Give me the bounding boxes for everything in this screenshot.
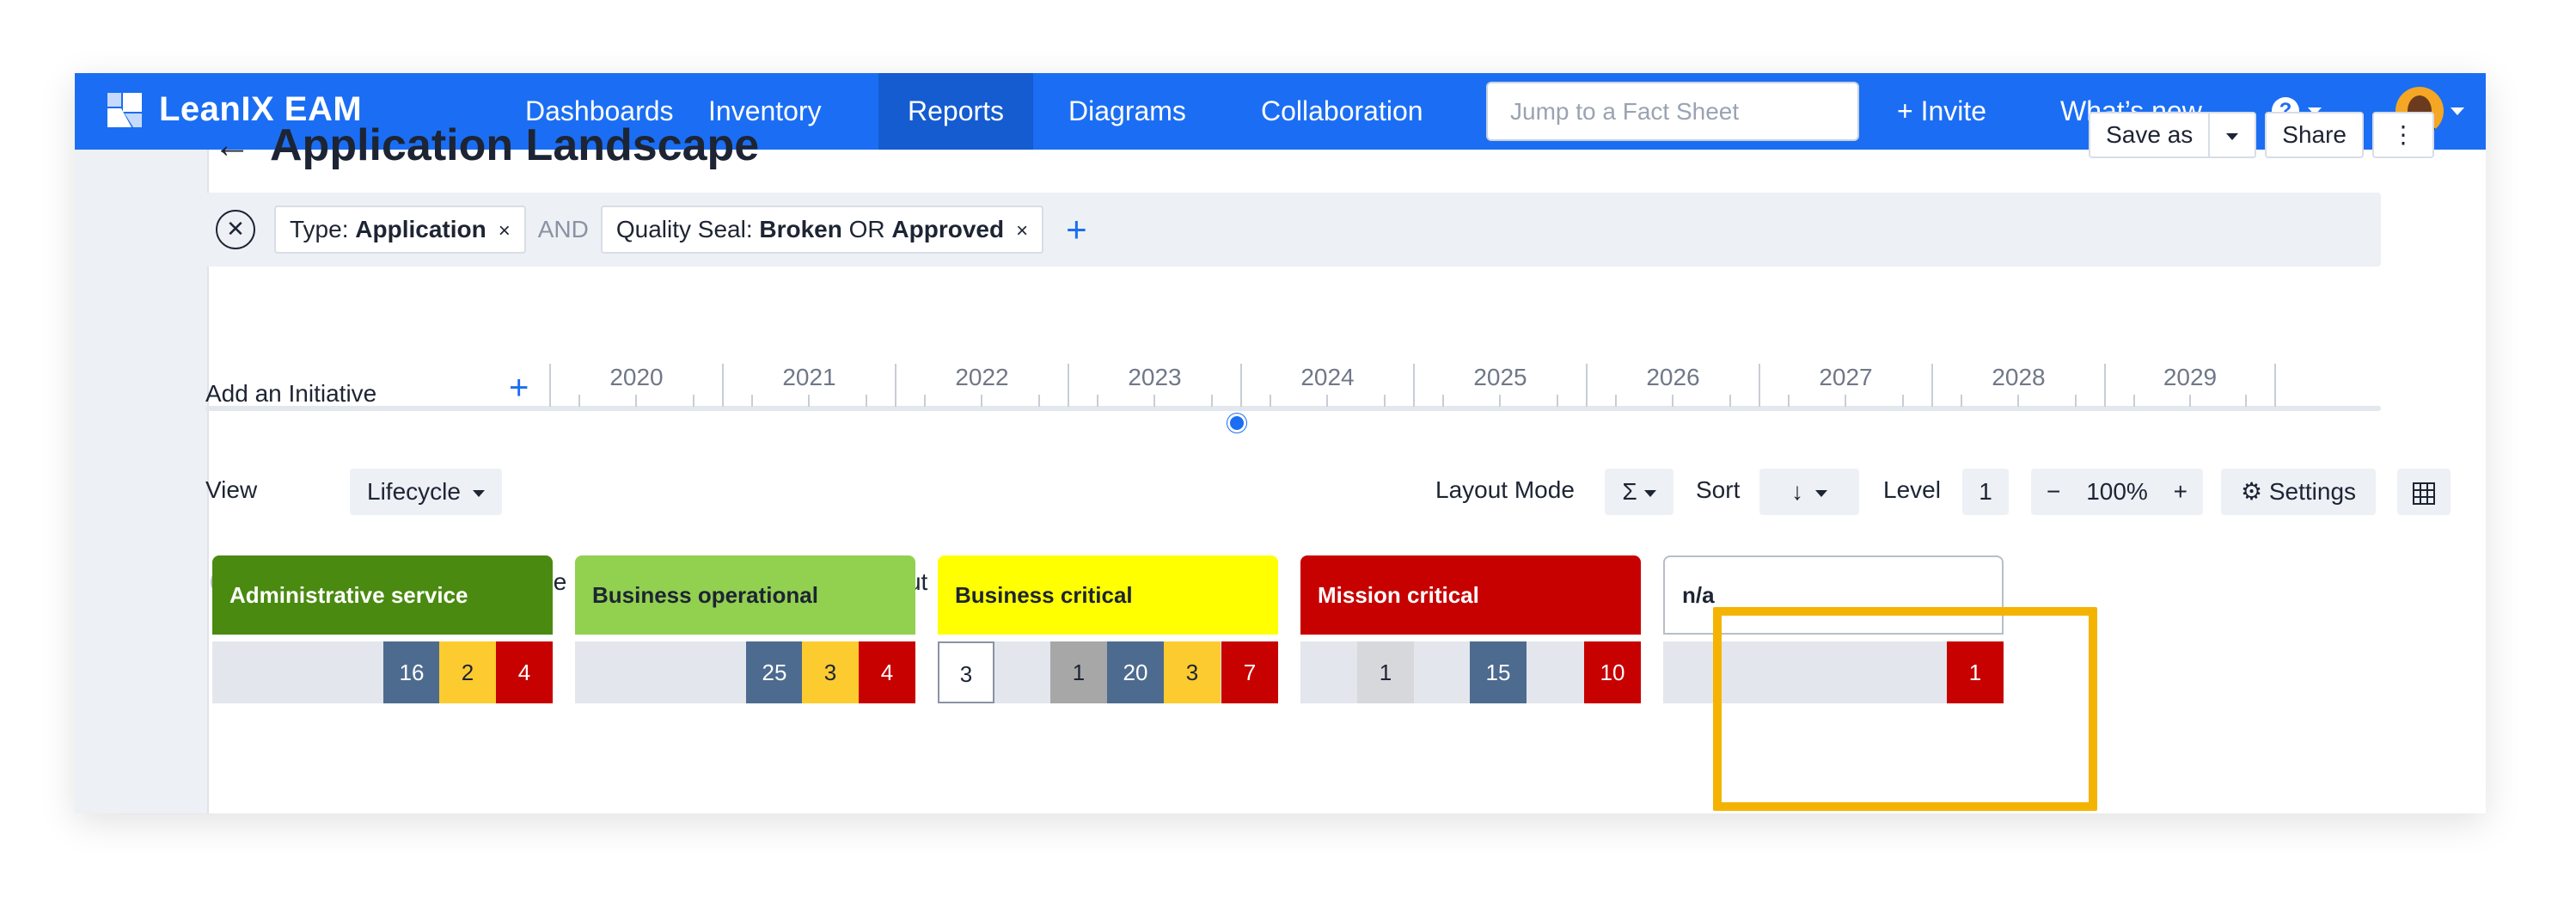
table-grid-icon	[2413, 482, 2435, 505]
report-actions: Save as Share ⋮	[2089, 112, 2434, 158]
save-as-button[interactable]: Save as	[2089, 112, 2211, 158]
view-select[interactable]: Lifecycle	[350, 469, 502, 515]
nav-reports[interactable]: Reports	[878, 73, 1034, 150]
timeline-year: 2026	[1586, 364, 1759, 407]
timeline-year: 2025	[1413, 364, 1586, 407]
filter-chip-label: Type:	[290, 216, 356, 242]
sort-icon: ↓	[1791, 478, 1803, 505]
page-title: Application Landscape	[270, 120, 760, 170]
lifecycle-segment[interactable]: 20	[1107, 641, 1164, 703]
zoom-out-button[interactable]: −	[2047, 469, 2060, 515]
timeline-year: 2020	[549, 364, 722, 407]
chevron-down-icon	[1815, 489, 1827, 497]
category-card-title[interactable]: Mission critical	[1300, 555, 1641, 635]
lifecycle-segment[interactable]: 10	[1584, 641, 1641, 703]
invite-button[interactable]: + Invite	[1897, 73, 1986, 150]
timeline-year: 2027	[1759, 364, 1931, 407]
add-initiative-button[interactable]: +	[509, 369, 529, 408]
layout-mode-select[interactable]: Σ	[1605, 469, 1673, 515]
lifecycle-segment[interactable]: 7	[1221, 641, 1278, 703]
level-label: Level	[1883, 476, 1941, 503]
timeline-year: 2024	[1240, 364, 1413, 407]
zoom-control: − 100% +	[2031, 469, 2203, 515]
view-select-value: Lifecycle	[367, 478, 461, 505]
add-filter-button[interactable]: +	[1066, 212, 1087, 248]
filter-chip-quality-seal[interactable]: Quality Seal: Broken OR Approved ×	[600, 206, 1044, 254]
filter-bar: ✕ Type: Application × AND Quality Seal: B…	[205, 193, 2381, 267]
chevron-down-icon	[2226, 132, 2239, 140]
category-card[interactable]: Business critical 3 1 20 3 7	[938, 555, 1278, 703]
lifecycle-bar: 16 2 4	[212, 641, 553, 703]
filter-or-label: OR	[841, 216, 892, 242]
app-window: LeanIX EAM Dashboards Inventory Reports …	[75, 73, 2486, 813]
filter-chip-type[interactable]: Type: Application ×	[274, 206, 526, 254]
lifecycle-segment[interactable]: 25	[746, 641, 803, 703]
leanix-logo-icon	[107, 92, 142, 127]
settings-label: Settings	[2268, 478, 2357, 505]
remove-filter-icon[interactable]: ×	[499, 219, 511, 242]
lifecycle-segment[interactable]: 4	[496, 641, 553, 703]
chevron-down-icon	[472, 489, 485, 497]
category-card[interactable]: Mission critical 1 15 10	[1300, 555, 1641, 703]
category-card-title[interactable]: Administrative service	[212, 555, 553, 635]
highlight-box	[1713, 607, 2097, 811]
lifecycle-segment[interactable]: 4	[859, 641, 915, 703]
lifecycle-segment[interactable]: 15	[1470, 641, 1527, 703]
page-header: ← Application Landscape	[213, 120, 759, 171]
settings-button[interactable]: ⚙ Settings	[2221, 469, 2376, 515]
lifecycle-bar: 25 3 4	[575, 641, 915, 703]
filter-chip-value: Broken	[759, 216, 842, 242]
view-label: View	[205, 476, 258, 503]
add-initiative-label[interactable]: Add an Initiative	[205, 380, 376, 408]
timeline[interactable]: 2020 2021 2022 2023 2024 2025 2026 2027 …	[205, 364, 2451, 415]
layout-mode-label: Layout Mode	[1435, 476, 1575, 503]
category-card-title[interactable]: Business operational	[575, 555, 915, 635]
sigma-icon: Σ	[1622, 478, 1637, 505]
lifecycle-segment[interactable]: 16	[383, 641, 440, 703]
sort-label: Sort	[1696, 476, 1741, 503]
nav-diagrams[interactable]: Diagrams	[1039, 73, 1215, 150]
timeline-year: 2029	[2104, 364, 2276, 407]
save-as-group: Save as	[2089, 112, 2257, 158]
lifecycle-segment[interactable]: 1	[1050, 641, 1107, 703]
timeline-year: 2022	[895, 364, 1068, 407]
fact-sheet-search-input[interactable]: Jump to a Fact Sheet	[1486, 82, 1859, 141]
clear-filters-icon[interactable]: ✕	[216, 210, 255, 249]
filter-chip-value: Approved	[891, 216, 1005, 242]
save-as-dropdown[interactable]	[2210, 112, 2257, 158]
chevron-down-icon	[2451, 107, 2464, 115]
lifecycle-segment[interactable]: 3	[1164, 641, 1221, 703]
lifecycle-bar: 3 1 20 3 7	[938, 641, 1278, 703]
zoom-value: 100%	[2086, 478, 2148, 505]
side-panel	[75, 150, 209, 813]
category-card-title[interactable]: Business critical	[938, 555, 1278, 635]
filter-and-label: AND	[537, 216, 589, 242]
lifecycle-segment[interactable]: 3	[802, 641, 859, 703]
nav-collaboration[interactable]: Collaboration	[1232, 73, 1453, 150]
more-options-button[interactable]: ⋮	[2372, 112, 2434, 158]
lifecycle-segment[interactable]: 2	[439, 641, 496, 703]
category-card[interactable]: Business operational 25 3 4	[575, 555, 915, 703]
zoom-in-button[interactable]: +	[2174, 469, 2187, 515]
lifecycle-segment[interactable]: 1	[1357, 641, 1414, 703]
timeline-year: 2021	[722, 364, 895, 407]
chevron-down-icon	[1643, 489, 1656, 497]
level-value[interactable]: 1	[1962, 469, 2009, 515]
table-view-button[interactable]	[2397, 469, 2451, 515]
share-button[interactable]: Share	[2265, 112, 2364, 158]
back-arrow-icon[interactable]: ←	[213, 126, 251, 164]
sort-select[interactable]: ↓	[1759, 469, 1859, 515]
filter-chip-value: Application	[355, 216, 486, 242]
lifecycle-segment[interactable]: 3	[938, 641, 994, 703]
category-card[interactable]: Administrative service 16 2 4	[212, 555, 553, 703]
lifecycle-bar: 1 15 10	[1300, 641, 1641, 703]
timeline-year: 2023	[1068, 364, 1240, 407]
gear-icon: ⚙	[2240, 478, 2263, 505]
timeline-year: 2028	[1931, 364, 2104, 407]
remove-filter-icon[interactable]: ×	[1016, 219, 1028, 242]
filter-chip-label: Quality Seal:	[615, 216, 760, 242]
timeline-current-date-handle[interactable]	[1227, 414, 1246, 433]
